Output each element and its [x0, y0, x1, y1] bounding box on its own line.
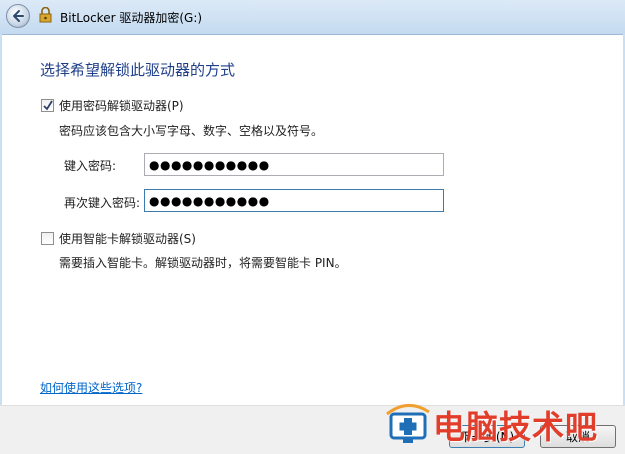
password-checkbox-label[interactable]: 使用密码解锁驱动器(P): [59, 97, 184, 114]
wizard-content: 选择希望解锁此驱动器的方式 使用密码解锁驱动器(P) 密码应该包含大小写字母、数…: [2, 34, 623, 405]
wizard-footer: 下一步(N) 取消: [0, 405, 625, 454]
reenter-password-input[interactable]: [144, 189, 444, 212]
back-arrow-icon: [13, 10, 24, 22]
title-bar: BitLocker 驱动器加密(G:): [0, 0, 625, 34]
help-link[interactable]: 如何使用这些选项?: [40, 379, 142, 396]
smartcard-checkbox-label[interactable]: 使用智能卡解锁驱动器(S): [59, 230, 196, 247]
password-checkbox[interactable]: [41, 99, 54, 112]
page-heading: 选择希望解锁此驱动器的方式: [40, 61, 236, 79]
enter-password-input[interactable]: [144, 153, 444, 176]
next-button[interactable]: 下一步(N): [449, 425, 525, 448]
back-button[interactable]: [6, 4, 30, 28]
password-description: 密码应该包含大小写字母、数字、空格以及符号。: [59, 124, 324, 138]
smartcard-checkbox[interactable]: [41, 232, 54, 245]
smartcard-description: 需要插入智能卡。解锁驱动器时，将需要智能卡 PIN。: [59, 256, 347, 270]
enter-password-label: 键入密码:: [64, 159, 117, 173]
checkmark-icon: [43, 100, 53, 111]
reenter-password-label: 再次键入密码:: [64, 196, 141, 210]
bitlocker-key-icon: [39, 7, 52, 23]
window-title: BitLocker 驱动器加密(G:): [60, 11, 203, 25]
cancel-button[interactable]: 取消: [540, 425, 616, 448]
